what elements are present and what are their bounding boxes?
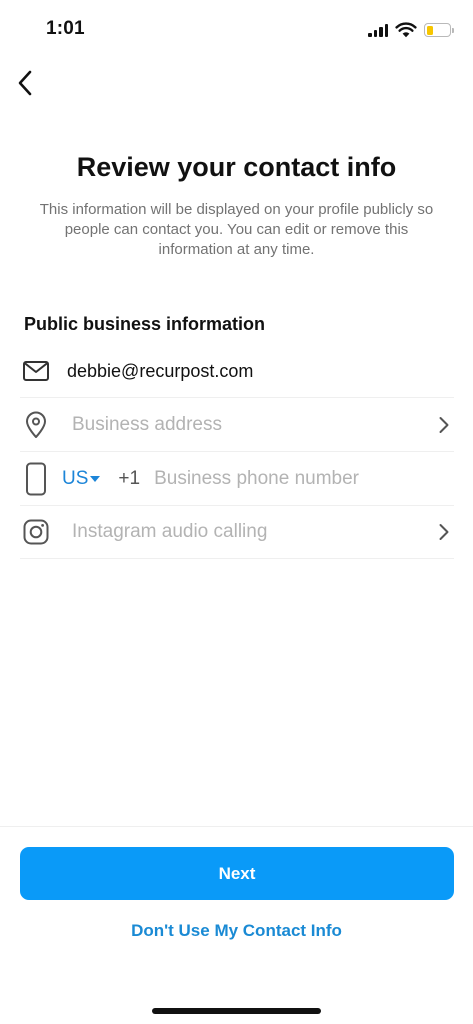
chevron-left-icon bbox=[18, 70, 32, 96]
business-address-placeholder: Business address bbox=[72, 414, 222, 435]
business-phone-row: US +1 bbox=[20, 453, 454, 506]
instagram-icon bbox=[20, 516, 52, 548]
chevron-right-icon bbox=[434, 415, 454, 435]
location-pin-icon bbox=[20, 409, 52, 441]
battery-icon bbox=[424, 23, 454, 37]
status-bar: 1:01 bbox=[0, 0, 473, 60]
section-heading: Public business information bbox=[24, 314, 266, 334]
home-indicator bbox=[152, 1008, 321, 1014]
business-phone-input[interactable] bbox=[154, 468, 405, 490]
business-address-row[interactable]: Business address bbox=[20, 399, 454, 452]
caret-down-icon bbox=[90, 476, 101, 482]
status-icons bbox=[368, 20, 454, 40]
instagram-audio-calling-row[interactable]: Instagram audio calling bbox=[20, 506, 454, 559]
country-code-select[interactable]: US bbox=[62, 468, 101, 490]
page-subtitle: This information will be displayed on yo… bbox=[39, 201, 434, 258]
instagram-audio-calling-placeholder: Instagram audio calling bbox=[72, 521, 268, 542]
email-row[interactable]: debbie@recurpost.com bbox=[20, 345, 454, 398]
email-value: debbie@recurpost.com bbox=[67, 360, 254, 381]
status-time: 1:01 bbox=[46, 18, 85, 39]
chevron-right-icon bbox=[434, 522, 454, 542]
next-button[interactable]: Next bbox=[20, 847, 454, 900]
cellular-signal-icon bbox=[368, 23, 388, 37]
country-code-label: US bbox=[62, 468, 89, 489]
mail-icon bbox=[20, 355, 52, 387]
bottom-divider bbox=[0, 826, 473, 827]
wifi-icon bbox=[395, 22, 417, 38]
page-title: Review your contact info bbox=[76, 152, 397, 182]
mobile-phone-icon bbox=[20, 462, 52, 496]
dial-code: +1 bbox=[118, 468, 141, 489]
contact-info-screen: 1:01 Review your contact info This infor… bbox=[0, 0, 473, 1024]
back-button[interactable] bbox=[8, 66, 42, 100]
dont-use-contact-info-link[interactable]: Don't Use My Contact Info bbox=[0, 921, 473, 941]
